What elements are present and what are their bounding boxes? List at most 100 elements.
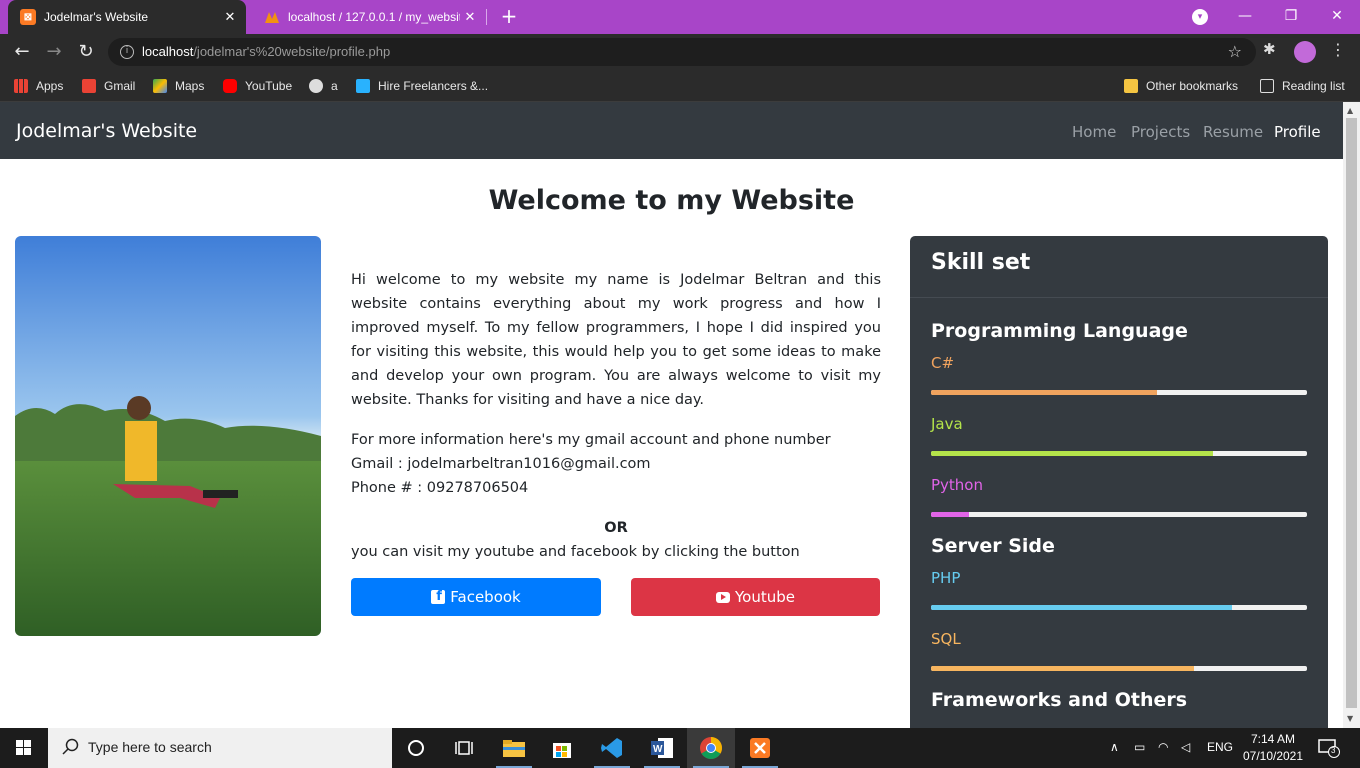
phone-text: Phone # : 09278706504 — [351, 480, 529, 496]
url-text: localhost/jodelmar's%20website/profile.p… — [142, 44, 391, 59]
tab-active[interactable]: ⊠ Jodelmar's Website ✕ — [8, 0, 246, 34]
avatar[interactable] — [1294, 41, 1316, 63]
skill-title: Skill set — [931, 250, 1031, 275]
gmail-text: Gmail : jodelmarbeltran1016@gmail.com — [351, 456, 651, 472]
battery-icon[interactable]: ▭ — [1134, 740, 1145, 754]
section-server-side: Server Side — [931, 535, 1055, 557]
bookmark-freelancer[interactable]: Hire Freelancers &... — [356, 77, 488, 95]
skill-java: Java — [931, 415, 963, 433]
back-icon[interactable]: ← — [10, 40, 34, 64]
scroll-up-icon[interactable]: ▲ — [1347, 106, 1353, 115]
skill-csharp: C# — [931, 354, 955, 372]
volume-icon[interactable]: ◁ — [1181, 740, 1190, 754]
wifi-icon[interactable]: ◠ — [1158, 740, 1168, 754]
address-bar[interactable]: i localhost/jodelmar's%20website/profile… — [108, 38, 1256, 66]
windows-taskbar: Type here to search W ∧ ▭ ◠ ◁ ENG 7:14 A… — [0, 728, 1360, 768]
nav-projects[interactable]: Projects — [1131, 123, 1190, 141]
site-navbar: Jodelmar's Website Home Projects Resume … — [0, 102, 1343, 159]
phpmyadmin-icon — [264, 9, 280, 25]
menu-icon[interactable]: ⋮ — [1330, 40, 1346, 59]
new-tab-button[interactable]: + — [498, 6, 520, 28]
clock-time: 7:14 AM — [1250, 732, 1296, 746]
task-view-icon[interactable] — [440, 728, 488, 768]
contact-intro: For more information here's my gmail acc… — [351, 432, 831, 448]
scroll-thumb[interactable] — [1346, 118, 1357, 708]
nav-profile[interactable]: Profile — [1274, 123, 1321, 141]
windows-icon — [16, 740, 31, 755]
reload-icon[interactable]: ↻ — [74, 40, 98, 64]
maps-icon — [153, 79, 167, 93]
intro-text: Hi welcome to my website my name is Jode… — [351, 272, 881, 408]
svg-text:W: W — [653, 744, 663, 755]
reading-list[interactable]: Reading list — [1260, 77, 1345, 95]
start-button[interactable] — [0, 728, 48, 768]
clock-date: 07/10/2021 — [1242, 749, 1304, 763]
skill-card: Skill set Programming Language C# Java P… — [910, 236, 1328, 728]
globe-icon — [309, 79, 323, 93]
clock[interactable]: 7:14 AM 07/10/2021 — [1238, 731, 1308, 765]
reading-list-icon — [1260, 79, 1274, 93]
extensions-icon[interactable]: ✱ — [1263, 40, 1276, 58]
word-icon[interactable]: W — [638, 728, 686, 768]
tab-search-icon[interactable]: ▾ — [1192, 9, 1208, 25]
bookmark-gmail[interactable]: Gmail — [82, 77, 135, 95]
section-programming: Programming Language — [931, 320, 1188, 342]
skill-bar-python — [931, 512, 1307, 517]
freelancer-icon — [356, 79, 370, 93]
bookmark-maps[interactable]: Maps — [153, 77, 204, 95]
tab-close-icon[interactable]: ✕ — [460, 9, 480, 25]
xampp-icon: ⊠ — [20, 9, 36, 25]
facebook-button[interactable]: f Facebook — [351, 578, 601, 616]
tab-title: Jodelmar's Website — [44, 10, 149, 24]
bookmark-a[interactable]: a — [309, 77, 338, 95]
taskbar-search[interactable]: Type here to search — [48, 728, 392, 768]
skill-bar-php — [931, 605, 1307, 610]
file-explorer-icon[interactable] — [490, 728, 538, 768]
youtube-button[interactable]: Youtube — [631, 578, 880, 616]
youtube-icon — [223, 79, 237, 93]
apps-grid-icon — [14, 79, 28, 93]
tab-title: localhost / 127.0.0.1 / my_website — [288, 10, 460, 24]
contact-info: For more information here's my gmail acc… — [351, 428, 881, 500]
page-title: Welcome to my Website — [488, 185, 855, 216]
scroll-down-icon[interactable]: ▼ — [1347, 714, 1353, 723]
tab-close-icon[interactable]: ✕ — [220, 9, 240, 25]
search-placeholder: Type here to search — [88, 739, 212, 755]
close-window-button[interactable]: ✕ — [1314, 0, 1360, 34]
site-brand[interactable]: Jodelmar's Website — [16, 120, 197, 142]
search-icon — [62, 738, 79, 755]
other-bookmarks[interactable]: Other bookmarks — [1124, 77, 1238, 95]
skill-bar-java — [931, 451, 1307, 456]
info-icon[interactable]: i — [120, 45, 134, 59]
bookmark-star-icon[interactable]: ☆ — [1228, 42, 1242, 61]
tab-inactive[interactable]: localhost / 127.0.0.1 / my_website ✕ — [252, 0, 486, 34]
tab-strip: ⊠ Jodelmar's Website ✕ localhost / 127.0… — [0, 0, 1360, 34]
bookmarks-bar: Apps Gmail Maps YouTube a Hire Freelance… — [0, 70, 1360, 102]
store-icon[interactable] — [538, 728, 586, 768]
youtube-icon — [716, 591, 730, 603]
web-page: Jodelmar's Website Home Projects Resume … — [0, 102, 1343, 728]
maximize-button[interactable]: ❐ — [1268, 0, 1314, 34]
section-frameworks: Frameworks and Others — [931, 689, 1188, 711]
bookmark-youtube[interactable]: YouTube — [223, 77, 292, 95]
nav-resume[interactable]: Resume — [1203, 123, 1263, 141]
xampp-taskbar-icon[interactable] — [736, 728, 784, 768]
skill-bar-sql — [931, 666, 1307, 671]
visit-text: you can visit my youtube and facebook by… — [351, 544, 800, 560]
browser-toolbar: ← → ↻ i localhost/jodelmar's%20website/p… — [0, 34, 1360, 70]
show-hidden-icons[interactable]: ∧ — [1110, 740, 1119, 754]
skill-php: PHP — [931, 569, 961, 587]
skill-sql: SQL — [931, 630, 961, 648]
forward-icon[interactable]: → — [42, 40, 66, 64]
bookmark-apps[interactable]: Apps — [14, 77, 63, 95]
page-scrollbar[interactable]: ▲ ▼ — [1343, 102, 1360, 728]
minimize-button[interactable]: — — [1222, 0, 1268, 34]
cortana-icon[interactable] — [392, 728, 440, 768]
nav-home[interactable]: Home — [1072, 123, 1116, 141]
language-indicator[interactable]: ENG — [1207, 740, 1233, 754]
facebook-icon: f — [431, 590, 446, 604]
chrome-icon[interactable] — [687, 728, 735, 768]
vscode-icon[interactable] — [588, 728, 636, 768]
notifications-icon[interactable]: 3 — [1318, 738, 1340, 758]
skill-python: Python — [931, 476, 983, 494]
